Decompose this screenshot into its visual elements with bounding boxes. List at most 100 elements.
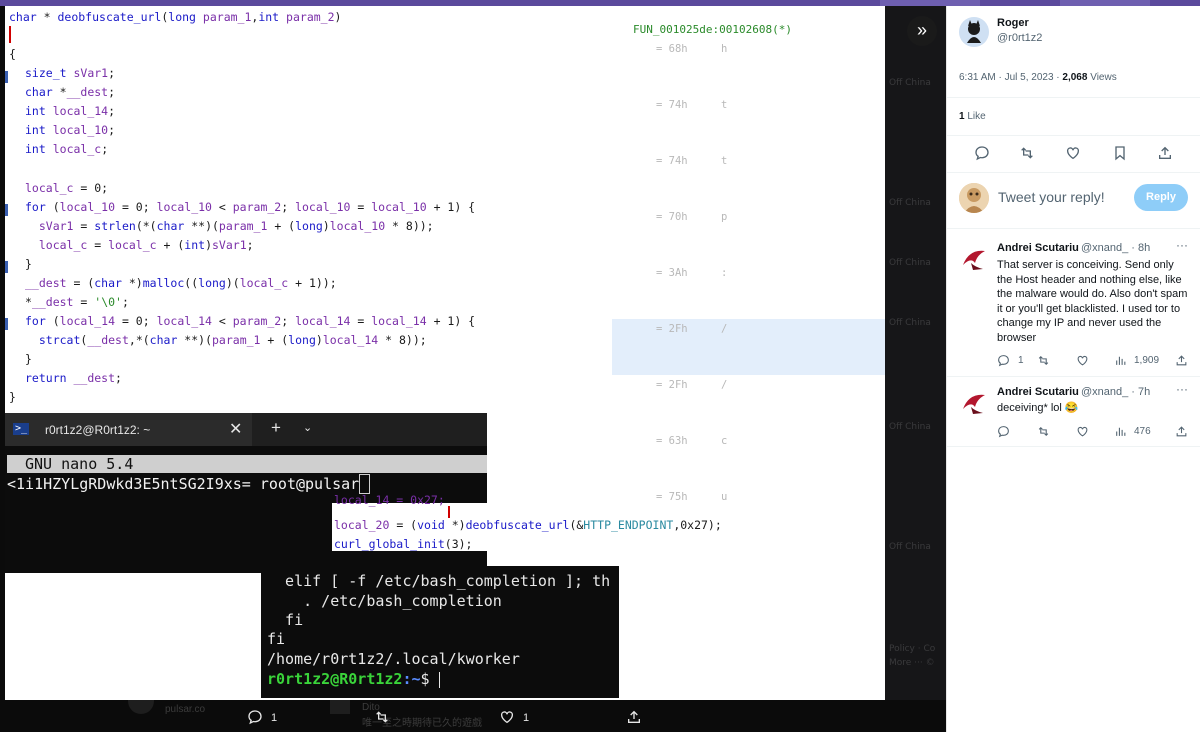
retweet-icon[interactable] (1037, 425, 1050, 438)
background-timeline (885, 6, 946, 732)
listing-char: t (721, 99, 728, 111)
line-marker (5, 204, 8, 216)
listing-char: c (721, 435, 728, 447)
code-line: for (local_14 = 0; local_14 < param_2; l… (25, 314, 476, 328)
function-signature: char * deobfuscate_url(long param_1,int … (9, 10, 342, 24)
code-line: return __dest; (25, 371, 122, 385)
nano-title: GNU nano 5.4 (25, 455, 134, 473)
avatar[interactable] (959, 243, 989, 273)
listing-hex-value: = 2Fh (656, 323, 688, 335)
avatar[interactable] (959, 387, 989, 417)
code-line: strcat(__dest,*(char **)(param_1 + (long… (38, 333, 427, 347)
powershell-icon: >_ (13, 423, 29, 435)
likes-summary[interactable]: 1 Like (959, 111, 986, 122)
share-icon[interactable] (1175, 354, 1188, 367)
reply-author-handle[interactable]: @xnand_ · 7h (1081, 386, 1150, 398)
listing-hex-value: = 74h (656, 155, 688, 167)
avatar[interactable] (959, 17, 989, 47)
listing-char: p (721, 211, 728, 223)
retweet-icon[interactable] (1037, 354, 1050, 367)
terminal-tab[interactable]: >_ r0rt1z2@R0rt1z2: ~ ✕ (5, 413, 252, 446)
share-icon[interactable] (1175, 425, 1188, 438)
line-marker (5, 318, 8, 330)
reply-icon[interactable] (997, 354, 1010, 367)
code-open-brace: { (9, 47, 16, 61)
like-icon[interactable] (1065, 145, 1081, 161)
likes-label: Like (964, 111, 986, 122)
ghost-avatar (330, 700, 350, 714)
cursor-marker (9, 26, 11, 43)
share-icon[interactable] (626, 709, 642, 725)
terminal-line: fi (267, 611, 304, 629)
snippet-line: local_14 = 0x27; (334, 493, 445, 507)
code-decl: int local_10; (25, 123, 116, 137)
user-avatar (959, 183, 989, 213)
new-tab-icon[interactable]: + (271, 418, 281, 438)
reply-icon[interactable] (247, 709, 263, 725)
code-line: } (25, 352, 32, 366)
reply-text: deceiving* lol 😂 (997, 402, 1079, 414)
author-handle[interactable]: @r0rt1z2 (997, 32, 1042, 44)
retweet-icon[interactable] (1019, 145, 1035, 161)
code-line: for (local_10 = 0; local_10 < param_2; l… (25, 200, 476, 214)
reply-button[interactable]: Reply (1134, 184, 1188, 211)
prompt-user: r0rt1z2@R0rt1z2 (267, 670, 403, 688)
code-line: *__dest = '\0'; (25, 295, 129, 309)
media-actions-bar: pulsar.co Dito 唯一至之時期待已久的遊戲 1 1 (0, 700, 946, 732)
listing-hex-value: = 74h (656, 99, 688, 111)
divider (947, 376, 1200, 377)
close-icon[interactable]: ✕ (229, 419, 242, 439)
share-icon[interactable] (1157, 145, 1173, 161)
like-icon[interactable] (1076, 354, 1089, 367)
nano-content: <1i1HZYLgRDwkd3E5ntSG2I9xs= root@pulsar (7, 474, 371, 494)
listing-hex-value: = 3Ah (656, 267, 688, 279)
like-icon[interactable] (1076, 425, 1089, 438)
more-icon[interactable]: ··· (1176, 238, 1188, 252)
code-line: __dest = (char *)malloc((long)(local_c +… (25, 276, 337, 290)
tweet-time[interactable]: 6:31 AM · Jul 5, 2023 · (959, 72, 1062, 83)
like-icon[interactable] (499, 709, 515, 725)
line-marker (5, 71, 8, 83)
prompt-symbol: $ (420, 670, 439, 688)
prompt-path: :~ (402, 670, 421, 688)
author-name[interactable]: Roger (997, 17, 1029, 29)
code-line: local_c = local_c + (int)sVar1; (38, 238, 254, 252)
listing-hex-value: = 63h (656, 435, 688, 447)
bookmark-icon[interactable] (1112, 145, 1128, 161)
views-count: 2,068 (1062, 72, 1088, 83)
reply-count: 1 (1018, 355, 1024, 366)
tab-title: r0rt1z2@R0rt1z2: ~ (45, 423, 151, 437)
code-close-brace: } (9, 390, 16, 404)
views-icon[interactable] (1114, 425, 1127, 438)
function-reference: FUN_001025de:00102608(*) (633, 23, 792, 36)
reply-author-handle[interactable]: @xnand_ · 8h (1081, 242, 1150, 254)
divider (947, 97, 1200, 98)
tweet-detail-panel: Roger @r0rt1z2 6:31 AM · Jul 5, 2023 · 2… (946, 6, 1200, 732)
code-decl: int local_14; (25, 104, 116, 118)
listing-hex-value: = 70h (656, 211, 688, 223)
reply-author-name[interactable]: Andrei Scutariu (997, 242, 1079, 254)
listing-char: / (721, 323, 728, 335)
code-decl: size_t sVar1; (25, 66, 116, 80)
like-count: 1 (523, 712, 530, 724)
reply-input[interactable]: Tweet your reply! (998, 189, 1105, 205)
reply-icon[interactable] (997, 425, 1010, 438)
listing-char: t (721, 155, 728, 167)
terminal-line: fi (267, 630, 286, 648)
retweet-icon[interactable] (374, 709, 390, 725)
views-count: 476 (1134, 426, 1151, 437)
terminal-output: elif [ -f /etc/bash_completion ]; th . /… (261, 566, 619, 698)
reply-icon[interactable] (974, 145, 990, 161)
more-icon[interactable]: ··· (1176, 382, 1188, 396)
views-icon[interactable] (1114, 354, 1127, 367)
terminal-line: . /etc/bash_completion (267, 592, 502, 610)
listing-char: u (721, 491, 728, 503)
divider (947, 135, 1200, 136)
views-count: 1,909 (1134, 355, 1160, 366)
expand-icon[interactable]: » (907, 16, 937, 46)
chevron-down-icon[interactable]: ⌄ (303, 421, 312, 434)
reply-author-name[interactable]: Andrei Scutariu (997, 386, 1079, 398)
code-decl: int local_c; (25, 142, 109, 156)
snippet-line: curl_global_init(3); (334, 537, 473, 551)
snippet-line: local_20 = (void *)deobfuscate_url(&HTTP… (334, 518, 722, 532)
